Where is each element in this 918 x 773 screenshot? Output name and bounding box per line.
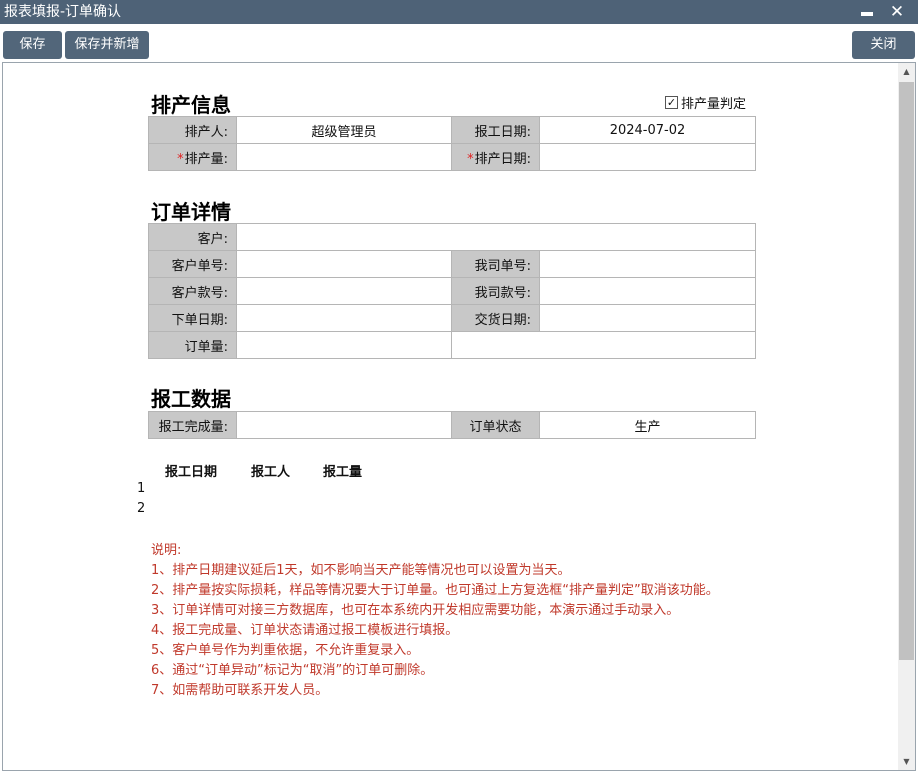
order-qty-field[interactable]: [236, 331, 452, 359]
report-section-title: 报工数据: [151, 387, 231, 411]
order-table: 客户: 客户单号: 我司单号: 客户款号: 我司款号: 下单日期: 交货日期: …: [148, 223, 757, 359]
done-qty-label: 报工完成量:: [148, 411, 237, 439]
schedule-table: 排产人: 超级管理员 报工日期: 2024-07-02 *排产量: *排产日期:: [148, 116, 756, 171]
save-button[interactable]: 保存: [3, 31, 62, 59]
our-order-no-field[interactable]: [538, 250, 757, 278]
schedule-date-field[interactable]: [539, 143, 756, 171]
customer-order-no-label: 客户单号:: [148, 250, 237, 278]
form-content: 排产信息 ✓ 排产量判定 排产人: 超级管理员 报工日期: 2024-07-02…: [2, 62, 916, 771]
order-qty-label: 订单量:: [148, 331, 237, 359]
scrollbar-thumb[interactable]: [899, 82, 914, 660]
minimize-icon[interactable]: [856, 2, 878, 22]
schedule-check-toggle[interactable]: ✓ 排产量判定: [665, 94, 747, 112]
close-window-icon[interactable]: ✕: [886, 2, 908, 22]
scheduler-field[interactable]: 超级管理员: [236, 116, 452, 144]
row-number: 2: [137, 501, 146, 516]
done-qty-field[interactable]: [236, 411, 452, 439]
scroll-up-icon[interactable]: ▲: [898, 63, 915, 80]
notes-header: 说明:: [151, 543, 182, 558]
scheduler-label: 排产人:: [148, 116, 237, 144]
order-status-label: 订单状态: [451, 411, 540, 439]
schedule-qty-label-cell: *排产量:: [148, 143, 237, 171]
order-status-field[interactable]: 生产: [539, 411, 756, 439]
report-table: 报工完成量: 订单状态 生产: [148, 411, 756, 439]
window-titlebar: 报表填报-订单确认 ✕: [0, 0, 918, 24]
delivery-date-label: 交货日期:: [451, 304, 540, 332]
scroll-down-icon[interactable]: ▼: [898, 753, 915, 770]
close-button[interactable]: 关闭: [852, 31, 915, 59]
col-header-reporter: 报工人: [251, 465, 291, 480]
row-number: 1: [137, 481, 146, 496]
notes-block: 说明: 1、排产日期建议延后1天，如不影响当天产能等情况也可以设置为当天。 2、…: [151, 541, 719, 701]
report-date-field[interactable]: 2024-07-02: [539, 116, 756, 144]
required-asterisk-icon: *: [467, 151, 474, 167]
empty-cell: [450, 331, 757, 359]
our-style-no-label: 我司款号:: [451, 277, 540, 305]
window-title: 报表填报-订单确认: [4, 4, 122, 20]
order-date-label: 下单日期:: [148, 304, 237, 332]
schedule-qty-label: 排产量:: [184, 151, 228, 167]
customer-style-no-field[interactable]: [236, 277, 452, 305]
toolbar: 保存 保存并新增 关闭: [0, 24, 918, 62]
required-asterisk-icon: *: [177, 151, 184, 167]
our-style-no-field[interactable]: [538, 277, 757, 305]
note-item: 4、报工完成量、订单状态请通过报工模板进行填报。: [151, 623, 459, 638]
delivery-date-field[interactable]: [538, 304, 757, 332]
note-item: 1、排产日期建议延后1天，如不影响当天产能等情况也可以设置为当天。: [151, 563, 571, 578]
customer-label: 客户:: [148, 223, 237, 251]
checkbox-checked-icon[interactable]: ✓: [665, 95, 678, 109]
vertical-scrollbar[interactable]: ▲ ▼: [898, 63, 915, 770]
order-section-title: 订单详情: [151, 200, 231, 224]
note-item: 2、排产量按实际损耗，样品等情况要大于订单量。也可通过上方复选框“排产量判定”取…: [151, 583, 719, 598]
schedule-check-label: 排产量判定: [681, 96, 747, 112]
our-order-no-label: 我司单号:: [451, 250, 540, 278]
schedule-date-label-cell: *排产日期:: [451, 143, 540, 171]
customer-style-no-label: 客户款号:: [148, 277, 237, 305]
customer-field[interactable]: [235, 223, 757, 251]
note-item: 6、通过“订单异动”标记为“取消”的订单可删除。: [151, 663, 434, 678]
report-date-label: 报工日期:: [451, 116, 540, 144]
schedule-section-title: 排产信息: [151, 93, 231, 117]
note-item: 3、订单详情可对接三方数据库，也可在本系统内开发相应需要功能，本演示通过手动录入…: [151, 603, 680, 618]
customer-order-no-field[interactable]: [236, 250, 452, 278]
note-item: 5、客户单号作为判重依据，不允许重复录入。: [151, 643, 420, 658]
col-header-report-qty: 报工量: [323, 465, 363, 480]
schedule-date-label: 排产日期:: [474, 151, 531, 167]
schedule-qty-field[interactable]: [236, 143, 452, 171]
note-item: 7、如需帮助可联系开发人员。: [151, 683, 329, 698]
save-and-new-button[interactable]: 保存并新增: [65, 31, 149, 59]
order-date-field[interactable]: [236, 304, 452, 332]
col-header-report-date: 报工日期: [165, 465, 218, 480]
